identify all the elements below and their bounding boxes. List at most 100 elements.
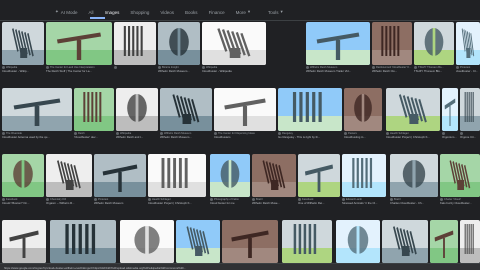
image-result[interactable]: Edward Lamb Stressed Animals 'n' the Cl..… bbox=[342, 154, 386, 205]
result-title[interactable]: Cloudbuster Antenna used by the qu... bbox=[2, 135, 72, 139]
tab-ai-mode[interactable]: ✦ AI Mode bbox=[55, 9, 78, 15]
result-thumbnail[interactable] bbox=[336, 220, 380, 263]
result-title[interactable]: The Reich Stuff | The Center for La... bbox=[46, 69, 112, 73]
result-title[interactable]: Orgonium... bbox=[442, 135, 458, 139]
image-result[interactable]: Pesters Cloudbusting in... bbox=[344, 88, 382, 139]
image-result[interactable]: Brazil Wilhelm Reich Muse... bbox=[252, 154, 296, 205]
image-result[interactable]: The Center for Dispersing Ideas Cloudbust… bbox=[214, 88, 276, 139]
result-title[interactable]: Stressed Animals 'n' the Cl... bbox=[342, 201, 386, 205]
result-title[interactable]: Wilhelm Reich Museum... bbox=[158, 69, 200, 73]
result-thumbnail[interactable] bbox=[202, 22, 266, 65]
result-title[interactable]: Cloudbuster Project | Christoph K... bbox=[148, 201, 206, 205]
tab-shopping[interactable]: Shopping bbox=[130, 9, 149, 15]
result-title[interactable]: Wilhelm Reich Clo... bbox=[372, 69, 412, 73]
result-thumbnail[interactable] bbox=[456, 22, 480, 65]
result-thumbnail[interactable] bbox=[160, 88, 212, 131]
result-thumbnail[interactable] bbox=[46, 154, 92, 197]
result-thumbnail[interactable] bbox=[430, 220, 458, 263]
result-title[interactable]: Cloudbusters bbox=[214, 135, 276, 139]
result-thumbnail[interactable] bbox=[94, 154, 146, 197]
result-thumbnail[interactable] bbox=[342, 154, 386, 197]
image-result[interactable]: Hearth Schlager Cloudbuster Project | Chr… bbox=[148, 154, 206, 205]
image-result[interactable]: Rainbowmelt 'Cloudbuster' K... Wilhelm Re… bbox=[372, 22, 412, 73]
image-result[interactable]: Hearth Schlager Cloudbuster Project | Chr… bbox=[386, 88, 440, 139]
tab-all[interactable]: All bbox=[89, 9, 94, 15]
tab-finance[interactable]: Finance bbox=[209, 9, 225, 15]
result-title[interactable]: Orgone Ctr... bbox=[460, 135, 480, 139]
result-thumbnail[interactable] bbox=[222, 220, 278, 263]
result-thumbnail[interactable] bbox=[214, 88, 276, 131]
image-result[interactable]: Chazer 'Cloud' Kalo buzzy Cloudbuster... bbox=[440, 154, 480, 205]
image-result[interactable]: Wikipedia Cloudbuster - Wikipedia bbox=[202, 22, 266, 73]
result-thumbnail[interactable] bbox=[2, 154, 44, 197]
result-thumbnail[interactable] bbox=[440, 154, 480, 197]
image-result[interactable]: Orgonium... bbox=[442, 88, 458, 139]
result-thumbnail[interactable] bbox=[176, 220, 220, 263]
image-result[interactable]: Wilhelm Reich Museum Wilhelm Reich Museum… bbox=[160, 88, 212, 139]
image-result[interactable]: The Riverside Cloudbuster Antenna used by… bbox=[2, 88, 72, 139]
result-thumbnail[interactable] bbox=[116, 88, 158, 131]
result-thumbnail[interactable] bbox=[74, 88, 114, 131]
image-result[interactable]: Photography of Fabio Cloud buster for me bbox=[210, 154, 250, 205]
result-thumbnail[interactable] bbox=[46, 22, 112, 65]
image-result[interactable]: Bizarre Insight Wilhelm Reich Museum... bbox=[158, 22, 200, 73]
image-result[interactable]: Wilhelm Reich Museum Wilhelm Reich Museum… bbox=[306, 22, 370, 73]
tab-images[interactable]: Images bbox=[105, 9, 120, 15]
result-title[interactable]: Orgasm -- Wilhelm R... bbox=[46, 201, 92, 205]
image-result[interactable]: Brazil Charles Cloudbuster - Ch... bbox=[390, 154, 438, 205]
result-thumbnail[interactable] bbox=[114, 22, 156, 65]
image-result[interactable]: TSUZY Thoreem Bo... TSUZY Thoreem Blu... bbox=[414, 22, 454, 73]
result-thumbnail[interactable] bbox=[386, 88, 440, 131]
result-thumbnail[interactable] bbox=[344, 88, 382, 131]
tab-more[interactable]: More ▾ bbox=[236, 9, 251, 15]
result-title[interactable]: Wilhelm Reich Museum... bbox=[160, 135, 212, 139]
result-thumbnail[interactable] bbox=[120, 220, 174, 263]
result-thumbnail[interactable] bbox=[252, 154, 296, 197]
image-result[interactable]: Pinterest Wilhelm Reich Museum bbox=[94, 154, 146, 205]
result-thumbnail[interactable] bbox=[460, 88, 480, 131]
image-result[interactable]: Chemistry Kill Orgasm -- Wilhelm R... bbox=[46, 154, 92, 205]
image-result[interactable]: Wikipedia Cloudbuster - Wikip... bbox=[2, 22, 44, 73]
result-title[interactable]: Charles Cloudbuster - Ch... bbox=[390, 201, 438, 205]
result-thumbnail[interactable] bbox=[306, 22, 370, 65]
result-title[interactable]: Cloudbuster - Wikipedia bbox=[202, 69, 266, 73]
image-result[interactable]: Orgone Ctr... bbox=[460, 88, 480, 139]
result-thumbnail[interactable] bbox=[372, 22, 412, 65]
result-thumbnail[interactable] bbox=[2, 220, 46, 263]
tools-button[interactable]: Tools ▾ bbox=[268, 9, 283, 15]
result-title[interactable]: Cloudbuster Project | Christoph K... bbox=[386, 135, 440, 139]
tab-videos[interactable]: Videos bbox=[160, 9, 174, 15]
result-thumbnail[interactable] bbox=[442, 88, 458, 131]
tab-books[interactable]: Books bbox=[185, 9, 198, 15]
result-title[interactable]: Wilhelm Reich Museum Trailer Vid... bbox=[306, 69, 370, 73]
result-thumbnail[interactable] bbox=[148, 154, 206, 197]
image-result[interactable]: Reich 'Cloudbuster' dev... bbox=[74, 88, 114, 139]
result-title[interactable]: Wilhelm Reich Muse... bbox=[252, 201, 296, 205]
result-title[interactable]: TSUZY Thoreem Blu... bbox=[414, 69, 454, 73]
result-thumbnail[interactable] bbox=[278, 88, 342, 131]
result-thumbnail[interactable] bbox=[460, 220, 480, 263]
image-result[interactable] bbox=[114, 22, 156, 72]
image-result[interactable]: The Center for Land Use Interpretation Th… bbox=[46, 22, 112, 73]
result-thumbnail[interactable] bbox=[390, 154, 438, 197]
image-result[interactable]: Pinterest cloudbuster - Cl... bbox=[456, 22, 480, 73]
result-thumbnail[interactable] bbox=[2, 88, 72, 131]
result-title[interactable]: Cloudbusting in... bbox=[344, 135, 382, 139]
result-thumbnail[interactable] bbox=[2, 22, 44, 65]
image-result[interactable]: Rangeley Go Rangeley - This is right by t… bbox=[278, 88, 342, 139]
result-title[interactable]: Kalo buzzy Cloudbuster... bbox=[440, 201, 480, 205]
image-result[interactable]: Facebook Cloudz! Boston? On... bbox=[2, 154, 44, 205]
result-thumbnail[interactable] bbox=[282, 220, 332, 263]
result-title[interactable]: Cloudz! Boston? On... bbox=[2, 201, 44, 205]
result-title[interactable]: Go Rangeley - This is right by th... bbox=[278, 135, 342, 139]
result-title[interactable]: Wilhelm Reich and t... bbox=[116, 135, 158, 139]
result-title[interactable]: One of Wilhelm Rei... bbox=[298, 201, 340, 205]
result-thumbnail[interactable] bbox=[50, 220, 116, 263]
result-thumbnail[interactable] bbox=[210, 154, 250, 197]
result-thumbnail[interactable] bbox=[414, 22, 454, 65]
result-title[interactable]: Cloud buster for me bbox=[210, 201, 250, 205]
result-title[interactable]: Wilhelm Reich Museum bbox=[94, 201, 146, 205]
image-result[interactable]: Wikipedia Wilhelm Reich and t... bbox=[116, 88, 158, 139]
result-title[interactable]: cloudbuster - Cl... bbox=[456, 69, 480, 73]
result-thumbnail[interactable] bbox=[158, 22, 200, 65]
